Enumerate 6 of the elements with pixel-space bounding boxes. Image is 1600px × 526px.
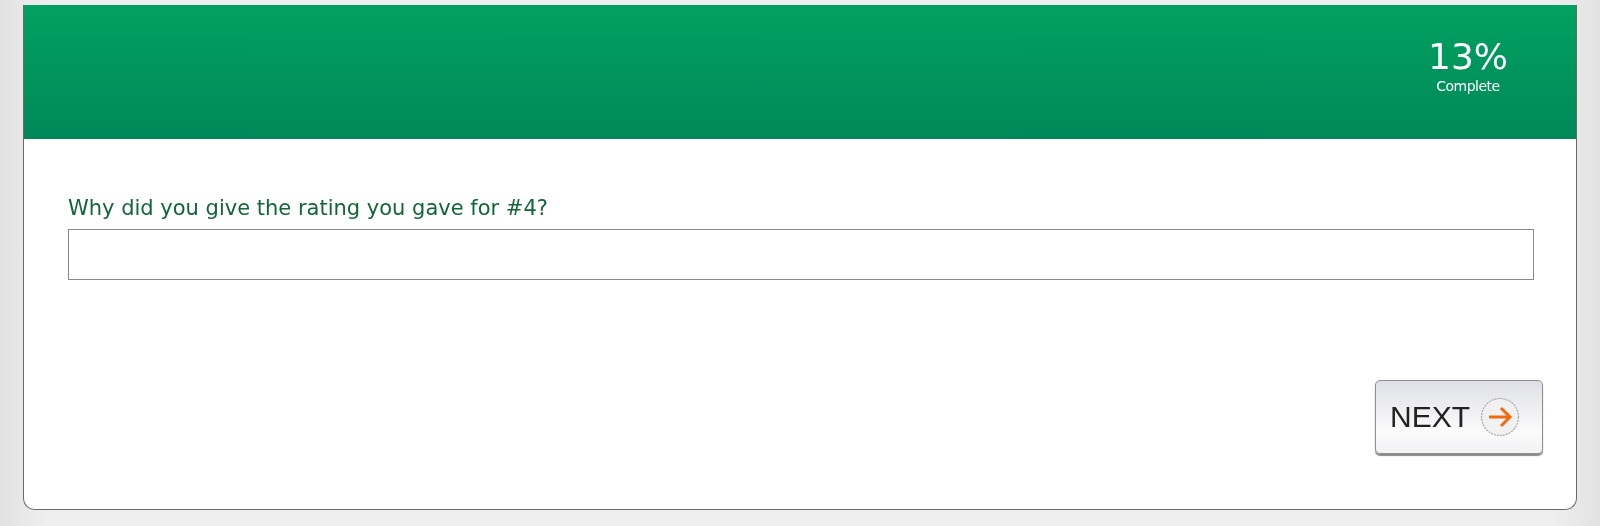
progress-percent: 13% (1428, 37, 1508, 77)
next-button[interactable]: NEXT (1375, 380, 1543, 454)
progress-caption: Complete (1436, 77, 1500, 95)
answer-field[interactable] (68, 229, 1534, 280)
question-label: Why did you give the rating you gave for #4? (68, 195, 548, 221)
arrow-right-icon (1480, 397, 1520, 437)
